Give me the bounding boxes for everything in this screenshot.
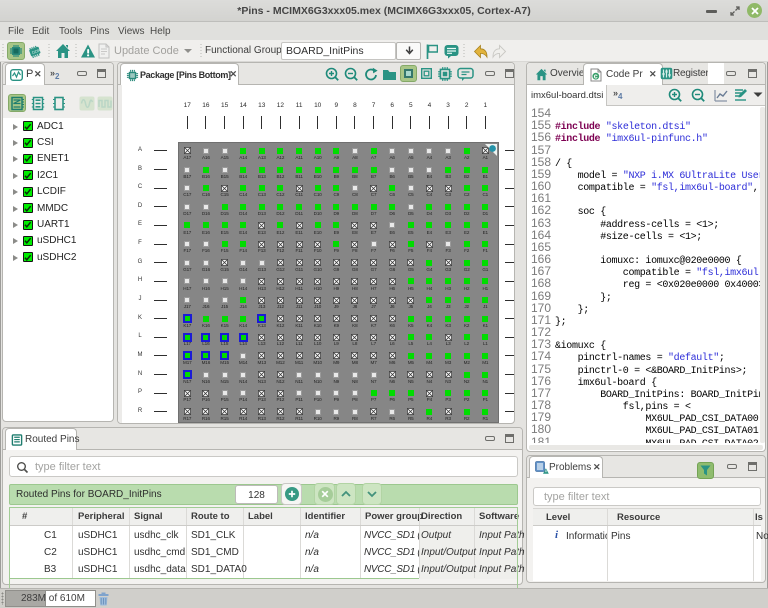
svg-text:c: c	[594, 74, 598, 81]
